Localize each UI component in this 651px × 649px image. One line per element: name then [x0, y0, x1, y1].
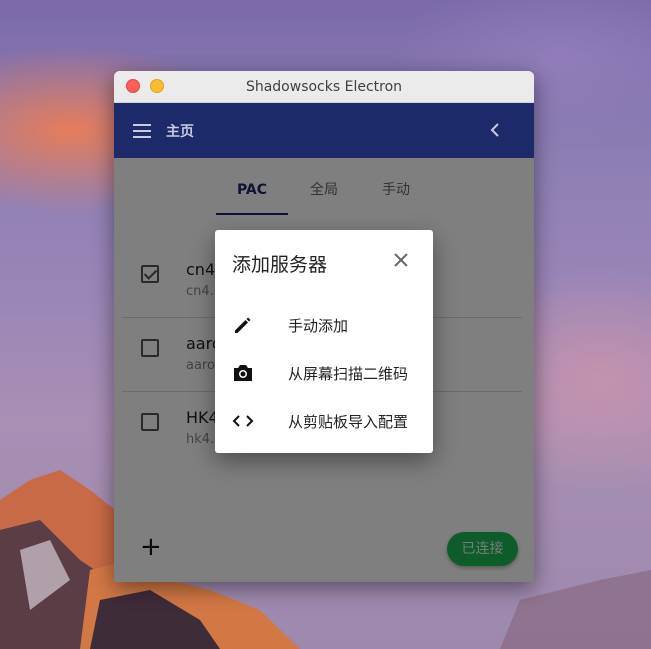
- menu-icon[interactable]: [133, 124, 151, 138]
- option-label: 从剪贴板导入配置: [288, 412, 409, 431]
- title-bar: Shadowsocks Electron: [114, 71, 534, 103]
- close-icon[interactable]: [391, 250, 411, 270]
- scan-qr-option[interactable]: 从屏幕扫描二维码: [215, 351, 433, 395]
- dialog-title: 添加服务器: [232, 254, 328, 276]
- code-icon: [232, 410, 254, 432]
- camera-icon: [232, 362, 254, 384]
- close-window-button[interactable]: [126, 79, 140, 93]
- page-title: 主页: [166, 123, 194, 140]
- app-bar: 主页: [114, 103, 534, 158]
- chevron-left-icon[interactable]: [490, 122, 500, 143]
- option-label: 手动添加: [288, 316, 349, 335]
- add-server-dialog: 添加服务器 手动添加 从屏幕扫描二维码 从剪贴板导入配置: [215, 230, 433, 453]
- minimize-window-button[interactable]: [150, 79, 164, 93]
- manual-add-option[interactable]: 手动添加: [215, 303, 433, 347]
- import-clipboard-option[interactable]: 从剪贴板导入配置: [215, 399, 433, 443]
- window-title: Shadowsocks Electron: [245, 78, 403, 95]
- pencil-icon: [232, 314, 254, 336]
- window-controls: [126, 79, 164, 93]
- option-label: 从屏幕扫描二维码: [288, 364, 409, 383]
